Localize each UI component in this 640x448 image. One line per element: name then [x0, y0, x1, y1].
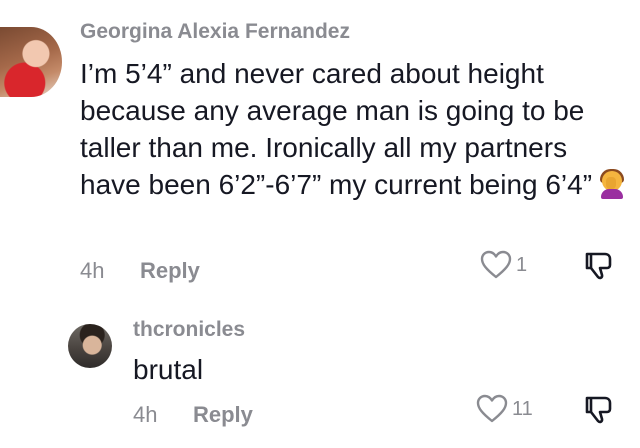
- dislike-button[interactable]: [583, 394, 617, 426]
- avatar[interactable]: [68, 324, 112, 368]
- heart-outline-icon: [480, 250, 512, 280]
- avatar[interactable]: [0, 27, 62, 97]
- comment-body: I’m 5’4” and never cared about height be…: [80, 58, 593, 200]
- heart-outline-icon: [476, 394, 508, 424]
- comment-timestamp: 4h: [80, 258, 105, 283]
- dislike-button[interactable]: [583, 250, 617, 282]
- like-count: 1: [516, 253, 528, 276]
- comment-username[interactable]: Georgina Alexia Fernandez: [80, 20, 350, 44]
- comment-text: I’m 5’4” and never cared about height be…: [80, 55, 630, 203]
- like-button[interactable]: 1: [480, 250, 527, 280]
- like-button[interactable]: 11: [476, 394, 533, 424]
- comment-text: brutal: [133, 354, 204, 385]
- thumbs-down-icon: [583, 250, 617, 282]
- comment-timestamp: 4h: [133, 402, 158, 427]
- face-palm-emoji-icon: [598, 169, 626, 199]
- reply-button[interactable]: Reply: [193, 402, 253, 428]
- thumbs-down-icon: [583, 394, 617, 426]
- reply-button[interactable]: Reply: [140, 258, 200, 284]
- like-count: 11: [512, 397, 533, 420]
- comment-username[interactable]: thcronicles: [133, 318, 245, 342]
